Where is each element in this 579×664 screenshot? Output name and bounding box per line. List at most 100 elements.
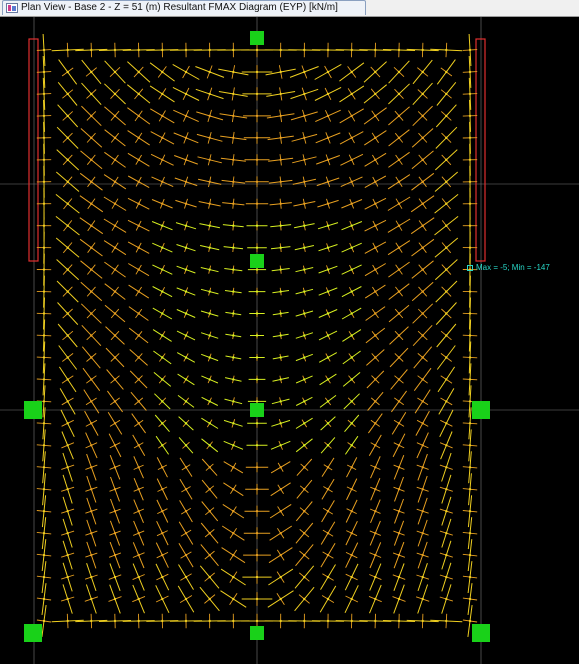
force-node <box>137 92 140 96</box>
force-node <box>468 202 472 205</box>
force-node <box>184 224 188 227</box>
force-node <box>42 444 46 447</box>
force-node <box>421 378 424 381</box>
force-node <box>303 114 306 118</box>
force-node <box>350 356 353 359</box>
force-node <box>397 422 401 425</box>
force-node <box>113 180 117 183</box>
force-node <box>468 92 472 96</box>
force-node <box>255 224 259 227</box>
force-node <box>255 202 259 205</box>
force-node <box>326 92 330 96</box>
force-node <box>421 246 424 249</box>
force-node <box>374 444 377 447</box>
force-node <box>137 488 140 491</box>
force-node <box>326 597 330 601</box>
force-node <box>232 180 235 183</box>
force-node <box>208 268 211 271</box>
force-node <box>184 92 188 96</box>
force-node <box>468 356 472 359</box>
force-node <box>232 619 235 623</box>
force-node <box>397 510 401 513</box>
force-node <box>303 488 306 491</box>
force-node <box>66 180 69 183</box>
force-node <box>350 70 353 74</box>
force-node <box>66 114 69 118</box>
view-tab[interactable]: Plan View - Base 2 - Z = 51 (m) Resultan… <box>2 0 366 15</box>
force-node <box>421 619 424 623</box>
force-node <box>137 378 140 381</box>
force-node <box>161 224 164 227</box>
force-node <box>208 136 211 139</box>
force-node <box>445 422 448 425</box>
force-node <box>421 136 424 139</box>
support-marker <box>250 31 264 45</box>
force-node <box>279 224 282 227</box>
force-node <box>397 312 401 315</box>
force-node <box>42 92 46 96</box>
force-node <box>184 70 188 74</box>
force-node <box>184 444 188 447</box>
force-node <box>42 619 46 623</box>
force-node <box>374 158 377 161</box>
force-node <box>255 466 259 469</box>
force-node <box>303 136 306 139</box>
force-node <box>184 488 188 491</box>
force-node <box>397 48 401 52</box>
force-node <box>184 553 188 557</box>
force-node <box>374 619 377 623</box>
force-node <box>184 114 188 118</box>
force-node <box>232 70 235 74</box>
force-node <box>42 422 46 425</box>
force-node <box>468 334 472 337</box>
force-node <box>113 597 117 601</box>
support-marker <box>250 403 264 417</box>
force-node <box>421 466 424 469</box>
force-node <box>303 444 306 447</box>
plan-view-canvas[interactable]: Max = -5; Min = -147 <box>0 17 579 664</box>
force-node <box>208 334 211 337</box>
force-node <box>468 575 472 579</box>
force-node <box>303 268 306 271</box>
force-node <box>255 246 259 249</box>
force-node <box>303 422 306 425</box>
force-node <box>374 378 377 381</box>
force-node <box>137 619 140 623</box>
force-node <box>90 575 93 579</box>
force-node <box>374 202 377 205</box>
force-node <box>232 378 235 381</box>
force-node <box>350 400 353 403</box>
force-node <box>113 532 117 535</box>
force-node <box>255 356 259 359</box>
force-node <box>184 290 188 293</box>
force-node <box>374 246 377 249</box>
force-node <box>468 290 472 293</box>
force-node <box>208 290 211 293</box>
force-node <box>90 532 93 535</box>
force-node <box>303 400 306 403</box>
force-node <box>326 268 330 271</box>
force-node <box>232 597 235 601</box>
force-node <box>397 400 401 403</box>
force-node <box>137 422 140 425</box>
force-node <box>468 180 472 183</box>
force-node <box>374 575 377 579</box>
force-node <box>90 290 93 293</box>
force-node <box>303 510 306 513</box>
force-node <box>374 312 377 315</box>
force-node <box>90 202 93 205</box>
force-node <box>279 422 282 425</box>
force-node <box>421 48 424 52</box>
force-node <box>66 158 69 161</box>
force-node <box>303 224 306 227</box>
force-node <box>137 246 140 249</box>
force-node <box>279 48 282 52</box>
force-node <box>90 48 93 52</box>
force-node <box>208 422 211 425</box>
force-node <box>468 224 472 227</box>
force-node <box>232 92 235 96</box>
force-node <box>468 114 472 118</box>
force-node <box>350 48 353 52</box>
force-node <box>374 488 377 491</box>
force-node <box>445 290 448 293</box>
